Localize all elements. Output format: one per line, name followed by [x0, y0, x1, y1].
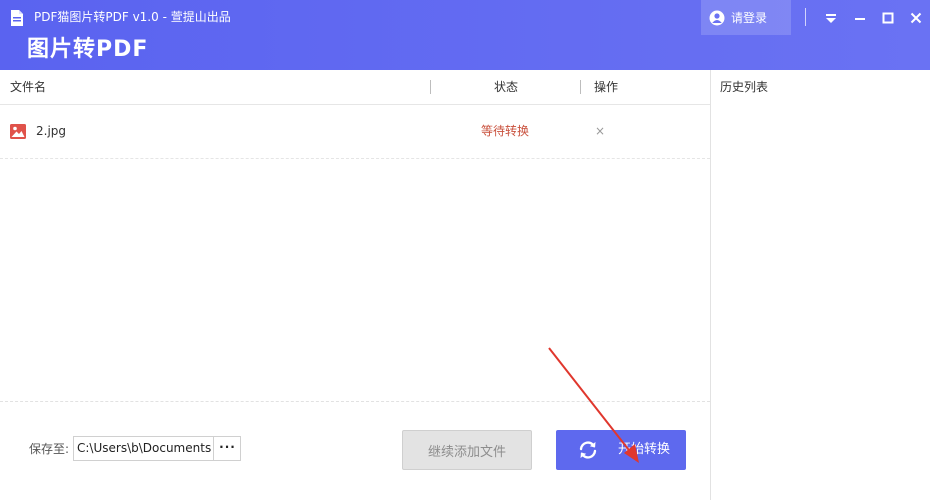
status-badge: 等待转换 — [481, 124, 530, 138]
column-divider — [430, 80, 431, 94]
header-action: 操作 — [594, 80, 619, 94]
table-header: 文件名 状态 操作 — [0, 70, 710, 105]
table-row[interactable]: 2.jpg 等待转换 × — [0, 105, 710, 159]
save-path-text: C:\Users\b\Documents — [77, 441, 211, 455]
app-brand-title: 图片转PDF — [27, 37, 149, 62]
save-location-label: 保存至: — [29, 442, 70, 456]
browse-folder-button[interactable]: ··· — [213, 437, 241, 460]
window-title: PDF猫图片转PDF v1.0 - 萱提山出品 — [34, 10, 231, 24]
maximize-icon — [882, 12, 894, 24]
save-path-field[interactable]: C:\Users\b\Documents ··· — [73, 436, 241, 461]
minimize-icon — [855, 18, 865, 20]
maximize-button[interactable] — [876, 6, 900, 30]
minimize-button[interactable] — [848, 6, 872, 30]
column-divider — [580, 80, 581, 94]
close-button[interactable] — [904, 6, 928, 30]
start-convert-label: 开始转换 — [618, 442, 671, 457]
app-icon — [11, 10, 23, 26]
login-button[interactable]: 请登录 — [701, 0, 791, 35]
close-icon — [910, 12, 922, 24]
title-bar: PDF猫图片转PDF v1.0 - 萱提山出品 图片转PDF 请登录 — [0, 0, 930, 70]
history-panel: 历史列表 — [710, 70, 930, 500]
add-files-button[interactable]: 继续添加文件 — [402, 430, 532, 470]
history-title: 历史列表 — [720, 80, 769, 94]
image-file-icon — [10, 124, 26, 139]
dropdown-menu-icon — [826, 14, 836, 23]
start-convert-button[interactable]: 开始转换 — [556, 430, 686, 470]
titlebar-divider — [805, 8, 806, 26]
header-filename: 文件名 — [10, 80, 47, 94]
add-files-label: 继续添加文件 — [427, 444, 506, 460]
file-name: 2.jpg — [36, 124, 67, 138]
dropdown-menu-button[interactable] — [819, 6, 843, 30]
remove-file-button[interactable]: × — [595, 124, 605, 138]
login-label: 请登录 — [731, 11, 768, 25]
header-status: 状态 — [494, 80, 519, 94]
refresh-icon — [579, 441, 597, 459]
footer-divider — [0, 401, 710, 402]
user-icon — [709, 10, 725, 25]
file-list-panel: 文件名 状态 操作 2.jpg 等待转换 × 保存至: C:\Users\b\D… — [0, 70, 710, 500]
